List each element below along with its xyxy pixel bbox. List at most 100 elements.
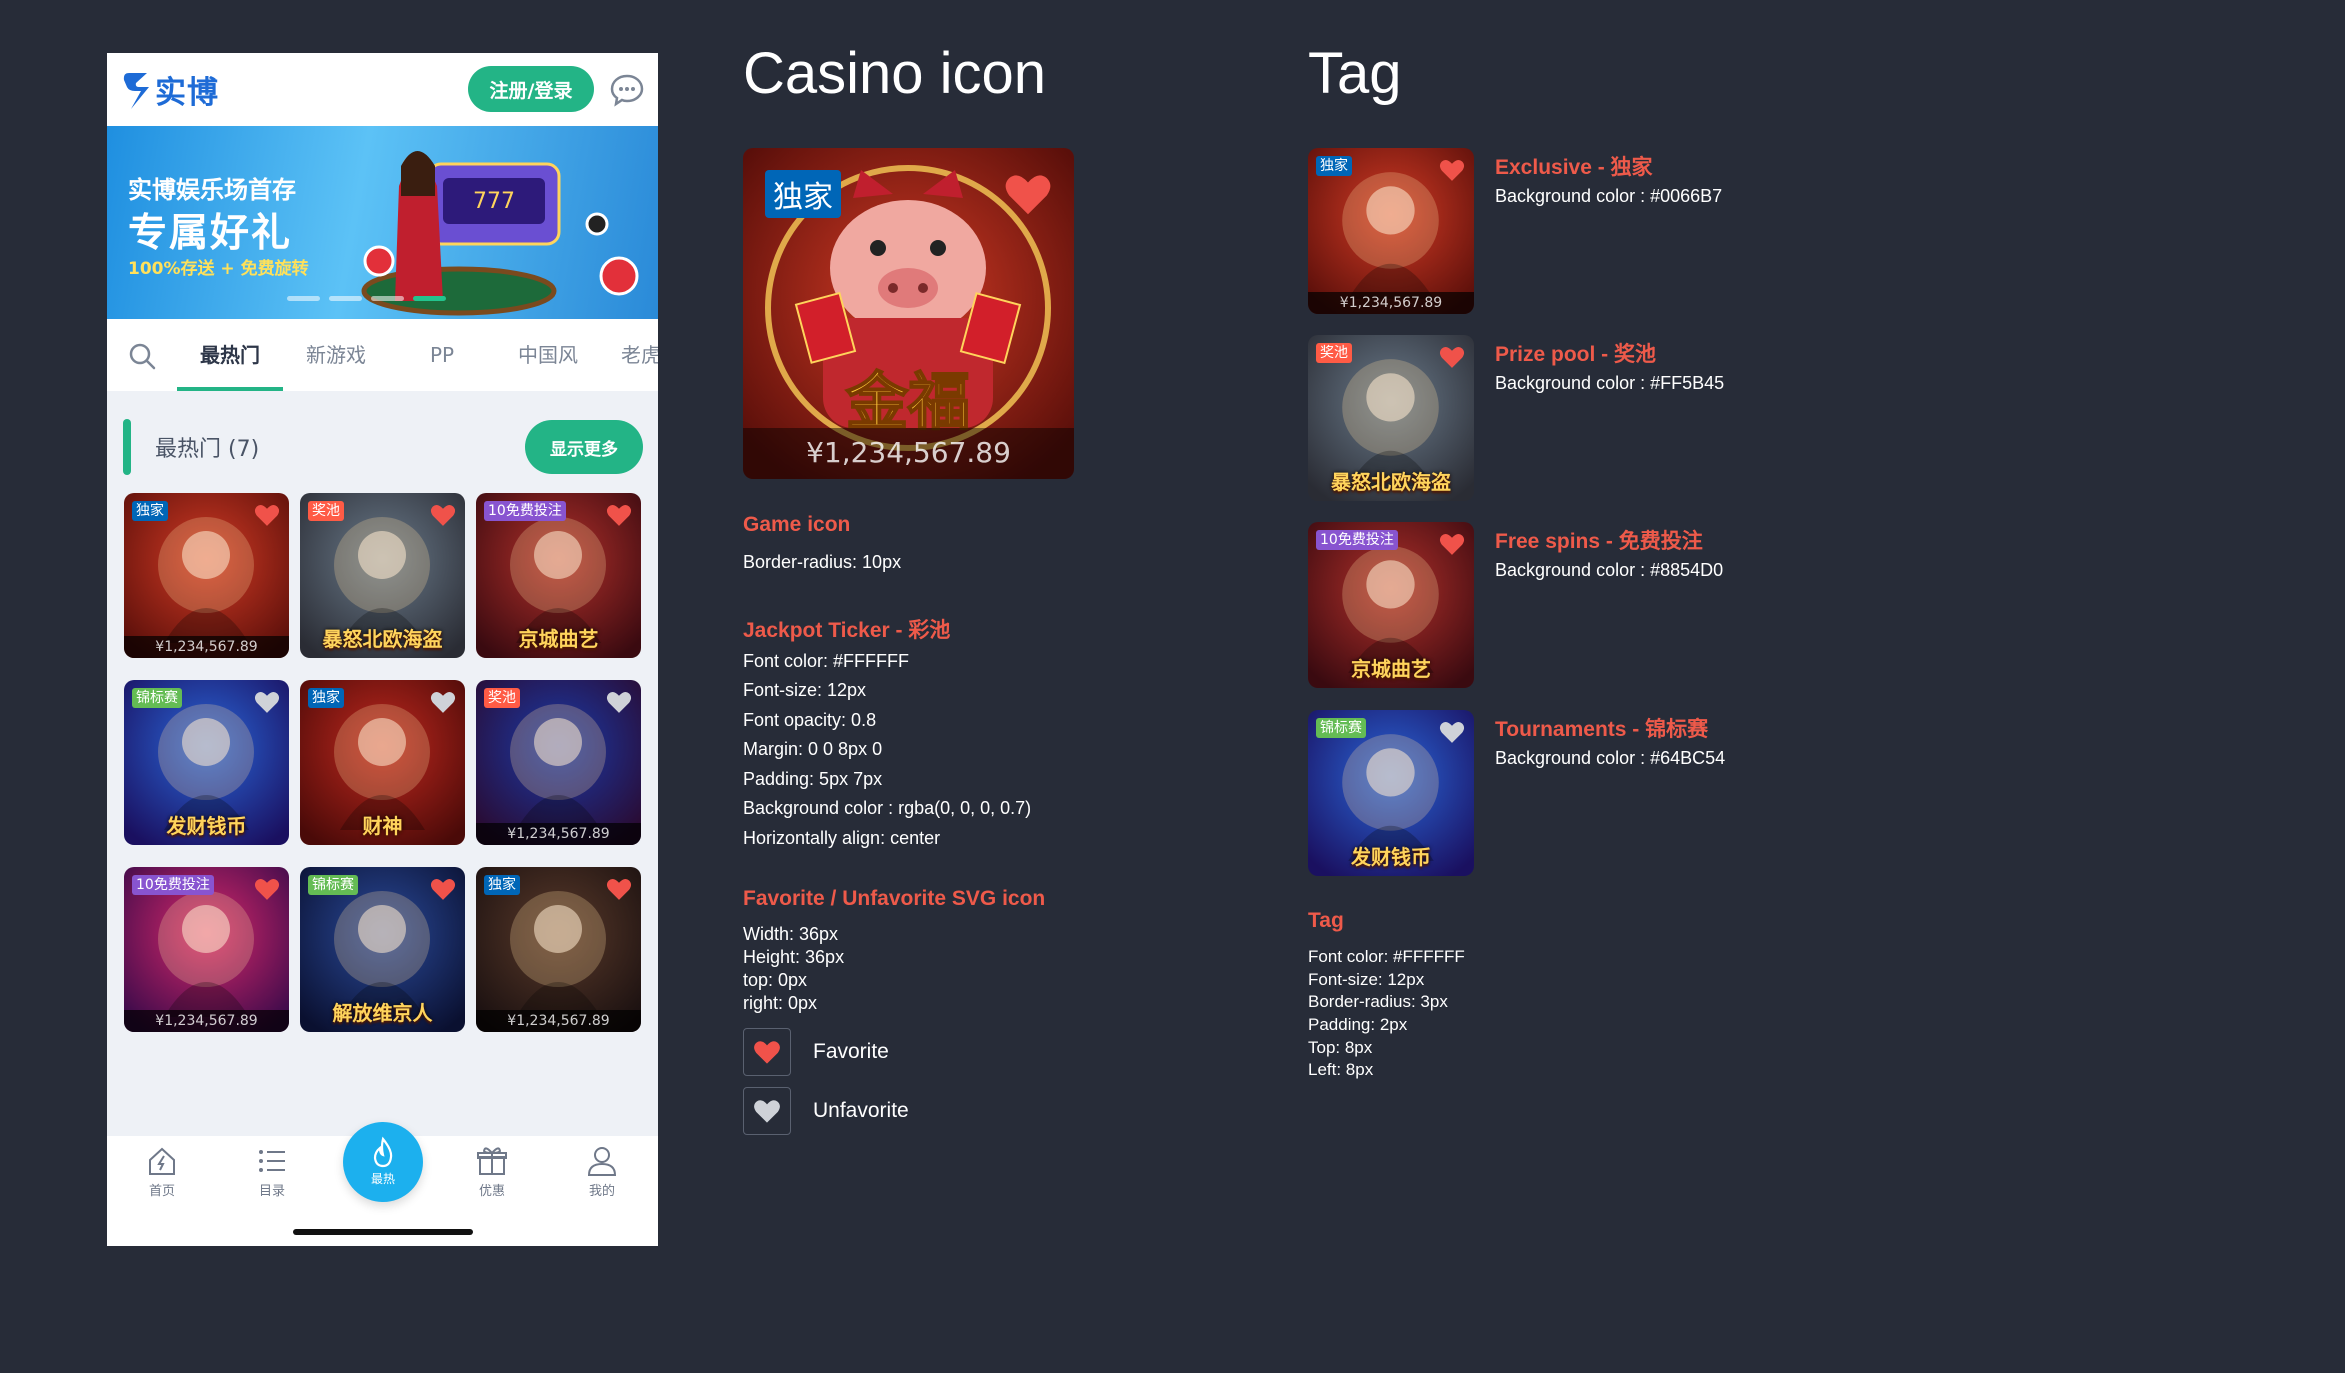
jackpot-ticker: ¥1,234,567.89 — [743, 428, 1074, 479]
game-tile[interactable]: 独家 ¥1,234,567.89 — [476, 867, 641, 1032]
favorite-demo[interactable] — [743, 1028, 791, 1076]
tag-section-title: Tag — [1308, 41, 1402, 106]
tag-spec-line: Font-size: 12px — [1308, 970, 1425, 989]
tab-pp[interactable]: PP — [389, 319, 495, 391]
chat-icon[interactable] — [609, 72, 645, 108]
tab-new-games[interactable]: 新游戏 — [283, 319, 389, 391]
ticker-spec-line: Background color : rgba(0, 0, 0, 0.7) — [743, 798, 1032, 818]
gift-icon — [477, 1147, 507, 1175]
game-icon-spec-line: Border-radius: 10px — [743, 552, 902, 572]
tab-slots[interactable]: 老虎 — [601, 319, 658, 391]
favorite-heart-icon — [754, 1041, 780, 1064]
fav-spec-line: top: 0px — [743, 970, 808, 990]
show-more-button[interactable]: 显示更多 — [525, 420, 643, 474]
tag-example-thumbnail[interactable]: 独家 ¥1,234,567.89 — [1308, 148, 1474, 314]
logo-text: 实博 — [155, 75, 219, 111]
game-tile[interactable]: 发财钱币 锦标赛 — [124, 680, 289, 845]
banner-subtitle: 100%存送 + 免费旋转 — [128, 259, 309, 279]
game-tile[interactable]: 独家 ¥1,234,567.89 — [124, 493, 289, 658]
fav-spec-line: Height: 36px — [743, 947, 845, 967]
favorite-heart-icon[interactable] — [253, 875, 281, 903]
game-tag: 独家 — [308, 688, 344, 708]
favorite-heart-icon[interactable] — [1438, 530, 1466, 558]
nav-promotions[interactable]: 优惠 — [452, 1136, 532, 1199]
unfavorite-heart-icon[interactable] — [253, 688, 281, 716]
flame-icon — [373, 1136, 393, 1168]
game-tile[interactable]: 奖池 ¥1,234,567.89 — [476, 680, 641, 845]
unfavorite-demo[interactable] — [743, 1087, 791, 1135]
tag-example-thumbnail[interactable]: 京城曲艺 10免费投注 — [1308, 522, 1474, 688]
unfavorite-label: Unfavorite — [813, 1099, 909, 1122]
tag-spec-line: Border-radius: 3px — [1308, 992, 1448, 1011]
nav-catalog-label: 目录 — [258, 1184, 285, 1199]
game-tag: 10免费投注 — [132, 875, 214, 895]
fav-spec-line: Width: 36px — [743, 924, 839, 944]
game-tag: 锦标赛 — [308, 875, 358, 895]
jackpot-ticker: ¥1,234,567.89 — [124, 1010, 289, 1032]
favorite-heart-icon[interactable] — [1438, 156, 1466, 184]
favorite-heart-icon[interactable] — [429, 875, 457, 903]
game-name: 京城曲艺 — [518, 627, 599, 651]
game-tile[interactable]: 财神 独家 — [300, 680, 465, 845]
banner-dot-active[interactable] — [413, 296, 446, 301]
ticker-spec-line: Padding: 5px 7px — [743, 769, 883, 789]
casino-icon-preview[interactable]: 金福 独家 ¥1,234,567.89 — [743, 148, 1074, 479]
banner-dot[interactable] — [287, 296, 320, 301]
tag-type-heading: Prize pool - 奖池 — [1495, 343, 1657, 366]
list-icon — [259, 1150, 285, 1172]
nav-promotions-label: 优惠 — [478, 1184, 505, 1199]
favorite-heart-icon[interactable] — [429, 501, 457, 529]
search-icon[interactable] — [127, 341, 157, 371]
nav-home[interactable]: 首页 — [122, 1136, 202, 1199]
home-indicator — [293, 1229, 473, 1235]
jackpot-ticker: ¥1,234,567.89 — [476, 1010, 641, 1032]
user-icon — [587, 1147, 617, 1176]
game-tile[interactable]: 10免费投注 ¥1,234,567.89 — [124, 867, 289, 1032]
tab-hottest[interactable]: 最热门 — [177, 319, 283, 391]
tab-chinese-style[interactable]: 中国风 — [495, 319, 601, 391]
nav-catalog[interactable]: 目录 — [232, 1136, 312, 1199]
game-tag: 锦标赛 — [132, 688, 182, 708]
register-login-button[interactable]: 注册/登录 — [468, 66, 594, 112]
game-name: 暴怒北欧海盗 — [322, 627, 443, 651]
nav-profile-label: 我的 — [588, 1184, 615, 1199]
section-accent-bar — [123, 419, 131, 475]
tag-example-thumbnail[interactable]: 暴怒北欧海盗 奖池 — [1308, 335, 1474, 501]
unfavorite-heart-icon[interactable] — [429, 688, 457, 716]
unfavorite-heart-icon[interactable] — [1438, 718, 1466, 746]
favorite-heart-icon[interactable] — [605, 875, 633, 903]
tag-example-thumbnail[interactable]: 发财钱币 锦标赛 — [1308, 710, 1474, 876]
favorite-heart-icon[interactable] — [253, 501, 281, 529]
tag-type-heading: Tournaments - 锦标赛 — [1495, 718, 1709, 741]
favorite-heart-icon[interactable] — [1002, 168, 1054, 220]
nav-profile[interactable]: 我的 — [562, 1136, 642, 1199]
favorite-label: Favorite — [813, 1040, 889, 1063]
nav-hottest-label: 最热 — [370, 1172, 395, 1186]
banner-pagination[interactable] — [287, 296, 446, 301]
game-tag: 奖池 — [484, 688, 520, 708]
nav-hottest-fab[interactable]: 最热 — [343, 1122, 423, 1202]
unfavorite-heart-icon[interactable] — [605, 688, 633, 716]
promo-banner[interactable]: 实博娱乐场首存 专属好礼 100%存送 + 免费旋转 777 — [107, 126, 658, 319]
favorite-heart-icon[interactable] — [1438, 343, 1466, 371]
game-name: 财神 — [362, 814, 403, 838]
nav-home-label: 首页 — [148, 1184, 175, 1199]
tag-spec-line: Font color: #FFFFFF — [1308, 947, 1465, 966]
logo[interactable]: 实博 — [121, 67, 219, 112]
tag-background-color: Background color : #FF5B45 — [1495, 373, 1725, 393]
game-tile[interactable]: 解放维京人 锦标赛 — [300, 867, 465, 1032]
game-tag: 独家 — [132, 501, 168, 521]
banner-dot[interactable] — [329, 296, 362, 301]
game-tag: 10免费投注 — [1316, 530, 1398, 550]
jackpot-ticker: ¥1,234,567.89 — [124, 636, 289, 658]
banner-dot[interactable] — [371, 296, 404, 301]
game-tag: 奖池 — [308, 501, 344, 521]
phone-mockup: 实博 注册/登录 实博娱乐场首存 专属好礼 100%存送 + 免费旋转 777 — [107, 53, 658, 1246]
banner-casino-illustration: 777 — [361, 151, 639, 316]
tag-type-heading: Free spins - 免费投注 — [1495, 530, 1703, 553]
banner-headline: 专属好礼 — [128, 211, 293, 256]
game-tile[interactable]: 京城曲艺 10免费投注 — [476, 493, 641, 658]
banner-title: 实博娱乐场首存 — [128, 176, 296, 204]
favorite-heart-icon[interactable] — [605, 501, 633, 529]
game-tile[interactable]: 暴怒北欧海盗 奖池 — [300, 493, 465, 658]
